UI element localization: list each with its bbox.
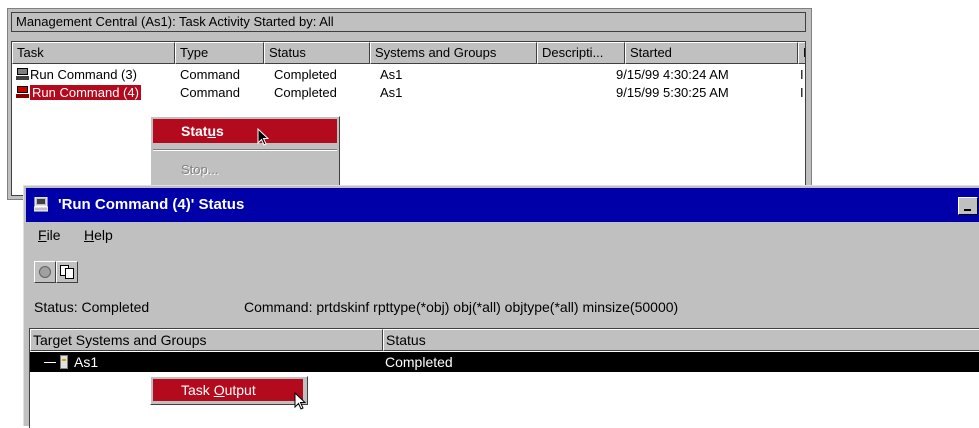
status-text: Status: Completed [34,299,150,315]
extra-cell: I [800,85,804,100]
task-icon [16,68,29,81]
task-activity-window: Management Central (As1): Task Activity … [7,8,812,200]
copy-button[interactable] [56,261,78,283]
type-cell: Command [180,85,240,100]
title-bar[interactable]: 'Run Command (4)' Status [26,188,979,222]
column-header-type[interactable]: Type [175,42,264,64]
column-header-started[interactable]: Started [625,42,798,64]
target-context-menu: Task Output [150,376,308,405]
menu-file[interactable]: File [38,227,61,243]
column-header-task[interactable]: Task [12,42,175,64]
status-cell: Completed [274,67,337,82]
task-list[interactable]: Task Type Status Systems and Groups Desc… [11,41,806,196]
column-header-description[interactable]: Descripti... [537,42,625,64]
menu-item-stop[interactable]: Stop... [181,162,219,177]
menu-item-task-output[interactable]: Task Output [153,379,303,401]
task-name: Run Command (4) [30,85,141,100]
column-header-target-systems[interactable]: Target Systems and Groups [30,329,383,351]
column-header-systems-and-groups[interactable]: Systems and Groups [370,42,537,64]
column-header-status[interactable]: Status [264,42,370,64]
minimize-button[interactable] [958,197,978,215]
task-cell: Run Command (3) [16,66,137,84]
computer-icon [34,197,48,212]
target-name: As1 [74,354,99,370]
target-status: Completed [385,354,453,370]
status-cell: Completed [274,85,337,100]
systems-cell: As1 [380,67,403,82]
mouse-pointer-icon [294,392,307,410]
mouse-pointer-icon [257,128,270,146]
table-row[interactable]: As1 Completed [30,352,979,372]
column-header-status[interactable]: Status [383,329,979,351]
menu-help[interactable]: Help [84,227,113,243]
server-icon [60,355,68,369]
window-title: 'Run Command (4)' Status [58,196,245,213]
menu-separator [153,149,337,151]
stop-icon [39,266,51,278]
task-cell: Run Command (4) [16,84,141,102]
menu-item-status[interactable]: Status [153,119,337,143]
type-cell: Command [180,67,240,82]
task-icon [16,86,29,99]
task-activity-title: Management Central (As1): Task Activity … [11,12,806,32]
command-text: Command: prtdskinf rpttype(*obj) obj(*al… [244,299,679,315]
menu-item-status-label: Status [181,123,224,139]
started-cell: 9/15/99 4:30:24 AM [616,67,729,82]
task-name: Run Command (3) [30,67,137,82]
task-row-selected[interactable]: Run Command (4) Command Completed As1 9/… [12,84,805,102]
started-cell: 9/15/99 5:30:25 AM [616,85,729,100]
tree-line [44,362,56,363]
extra-cell: I [800,67,804,82]
task-row[interactable]: Run Command (3) Command Completed As1 9/… [12,66,805,84]
column-header-extra[interactable]: E [798,42,805,64]
copy-icon-page [65,268,74,279]
stop-button[interactable] [34,261,56,283]
systems-cell: As1 [380,85,403,100]
menu-bar: File Help [26,224,979,248]
task-context-menu: Status Stop... [150,116,340,191]
